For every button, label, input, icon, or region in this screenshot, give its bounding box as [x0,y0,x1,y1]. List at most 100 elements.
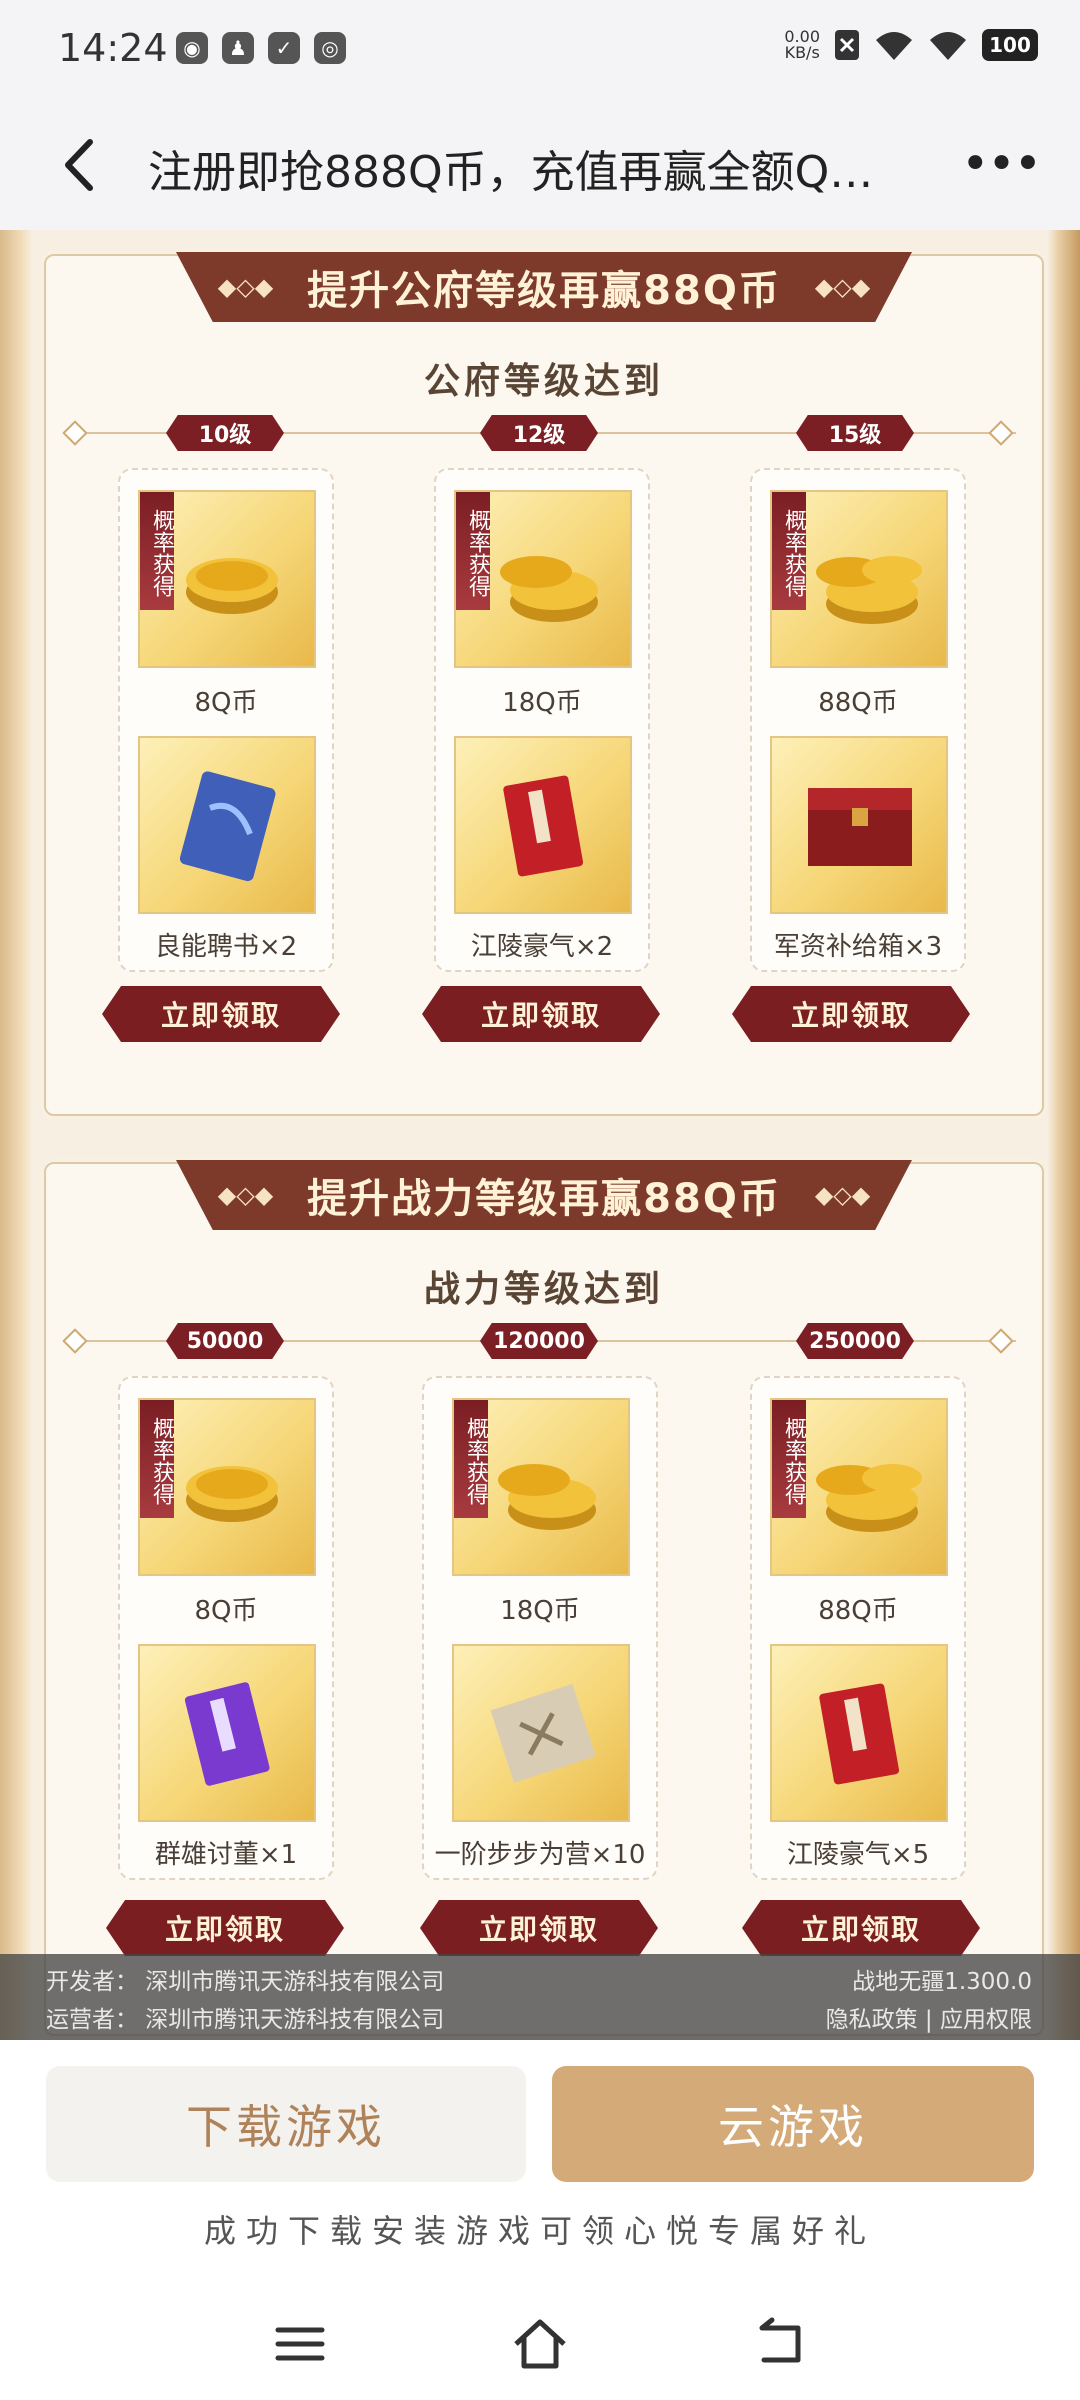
privacy-permissions-links[interactable]: 隐私政策 | 应用权限 [826,2000,1032,2034]
item-reward-box [770,736,948,914]
qcoin-reward-box: 概率获得 [770,490,948,668]
reward-caption: 一阶步步为营×10 [434,1840,646,1870]
diamond-icon [988,1328,1014,1354]
reward-column: 概率获得 18Q币 江陵豪气×2 [434,468,650,972]
status-bar: 14:24 ◉ ♟ ✓ ◎ 0.00 KB/s 100 [0,0,1080,100]
no-sim-icon [835,30,859,60]
section-banner: ◆◇◆ 提升战力等级再赢88Q币 ◆◇◆ [176,1160,912,1230]
reward-caption: 良能聘书×2 [154,932,298,962]
reward-caption: 江陵豪气×5 [786,1840,930,1870]
mansion-level-card: ◆◇◆ 提升公府等级再赢88Q币 ◆◇◆ 公府等级达到 10级 12级 15级 … [44,252,1044,1116]
item-reward-box [452,1644,630,1822]
battery-indicator: 100 [982,29,1038,61]
level-badge: 50000 [166,1323,284,1359]
reward-caption: 8Q币 [194,688,258,718]
claim-button[interactable]: 立即领取 [102,986,340,1042]
supply-chest-icon [808,788,912,866]
game-version: 战地无疆1.300.0 [852,1969,1032,1995]
probability-tag: 概率获得 [772,1400,806,1518]
ornament-icon: ◆◇◆ [814,1181,871,1209]
power-level-card: ◆◇◆ 提升战力等级再赢88Q币 ◆◇◆ 战力等级达到 50000 120000… [44,1160,1044,2036]
net-speed: 0.00 KB/s [784,29,820,61]
reward-caption: 江陵豪气×2 [470,932,614,962]
item-reward-box [138,1644,316,1822]
item-reward-box [770,1644,948,1822]
weibo-icon: ◎ [314,32,346,64]
claim-button[interactable]: 立即领取 [422,986,660,1042]
level-badge: 10级 [166,415,284,451]
cloud-game-button[interactable]: 云游戏 [552,2066,1034,2182]
diamond-icon [62,1328,88,1354]
reward-caption: 18Q币 [502,688,582,718]
title-bar: 注册即抢888Q币，充值再赢全额Q… ••• [0,100,1080,230]
diamond-icon [62,420,88,446]
ornament-icon: ◆◇◆ [217,1181,274,1209]
reward-column: 概率获得 88Q币 军资补给箱×3 [750,468,966,972]
qcoin-reward-box: 概率获得 [452,1398,630,1576]
claim-button[interactable]: 立即领取 [742,1900,980,1956]
clock: 14:24 [58,26,168,70]
section-subtitle: 公府等级达到 [423,361,664,402]
page-title: 注册即抢888Q币，充值再赢全额Q… [148,147,874,198]
diamond-icon [988,420,1014,446]
qq-icon: ♟ [222,32,254,64]
claim-button[interactable]: 立即领取 [106,1900,344,1956]
claim-button[interactable]: 立即领取 [732,986,970,1042]
ornament-icon: ◆◇◆ [814,273,871,301]
claim-button[interactable]: 立即领取 [420,1900,658,1956]
operator-text: 运营者： 深圳市腾讯天游科技有限公司 [46,2007,445,2033]
probability-tag: 概率获得 [456,492,490,610]
reward-column: 概率获得 8Q币 良能聘书×2 [118,468,334,972]
reward-caption: 8Q币 [194,1596,258,1626]
qcoin-reward-box: 概率获得 [454,490,632,668]
level-badge: 15级 [796,415,914,451]
probability-tag: 概率获得 [772,492,806,610]
probability-tag: 概率获得 [454,1400,488,1518]
developer-info-bar: 开发者： 深圳市腾讯天游科技有限公司 运营者： 深圳市腾讯天游科技有限公司 战地… [0,1954,1080,2040]
probability-tag: 概率获得 [140,1400,174,1518]
system-indicators: 0.00 KB/s 100 [784,28,1038,62]
qcoin-reward-box: 概率获得 [138,490,316,668]
reward-caption: 18Q币 [500,1596,580,1626]
download-hint: 成功下载安装游戏可领心悦专属好礼 [203,2212,876,2250]
reward-caption: 军资补给箱×3 [773,932,943,962]
item-reward-box [138,736,316,914]
probability-tag: 概率获得 [140,492,174,610]
red-book-icon [819,1683,900,1785]
more-menu-icon[interactable]: ••• [961,136,1042,192]
net-speed-unit: KB/s [784,43,820,62]
home-nav-icon[interactable] [510,2314,570,2374]
reward-column: 概率获得 88Q币 江陵豪气×5 [750,1376,966,1880]
developer-text: 开发者： 深圳市腾讯天游科技有限公司 [46,1969,445,1995]
reward-caption: 88Q币 [818,1596,898,1626]
scroll-icon [490,1683,596,1783]
red-book-icon [503,775,584,877]
reward-column: 概率获得 8Q币 群雄讨董×1 [118,1376,334,1880]
bottom-action-area: 下载游戏 云游戏 成功下载安装游戏可领心悦专属好礼 [0,2040,1080,2400]
wifi-plus-icon [876,32,912,60]
level-badge: 250000 [796,1323,914,1359]
item-reward-box [454,736,632,914]
ornament-icon: ◆◇◆ [217,273,274,301]
back-arrow-icon[interactable] [48,130,118,200]
banner-title: 提升战力等级再赢88Q币 [307,1176,781,1222]
section-banner: ◆◇◆ 提升公府等级再赢88Q币 ◆◇◆ [176,252,912,322]
back-nav-icon[interactable] [752,2314,812,2374]
menu-nav-icon[interactable] [270,2314,330,2374]
purple-book-icon [184,1682,270,1786]
recruit-letter-icon [179,771,276,882]
clipboard-icon: ✓ [268,32,300,64]
level-badge: 120000 [480,1323,598,1359]
event-content: ◆◇◆ 提升公府等级再赢88Q币 ◆◇◆ 公府等级达到 10级 12级 15级 … [0,230,1080,2040]
banner-title: 提升公府等级再赢88Q币 [307,268,781,314]
reward-caption: 群雄讨董×1 [154,1840,298,1870]
reward-column: 概率获得 18Q币 一阶步步为营×10 [422,1376,658,1880]
qcoin-reward-box: 概率获得 [770,1398,948,1576]
download-game-button[interactable]: 下载游戏 [46,2066,526,2182]
notification-icons: ◉ ♟ ✓ ◎ [176,32,346,64]
reward-caption: 88Q币 [818,688,898,718]
level-badge: 12级 [480,415,598,451]
wechat-icon: ◉ [176,32,208,64]
qcoin-reward-box: 概率获得 [138,1398,316,1576]
wifi-icon [930,32,966,60]
